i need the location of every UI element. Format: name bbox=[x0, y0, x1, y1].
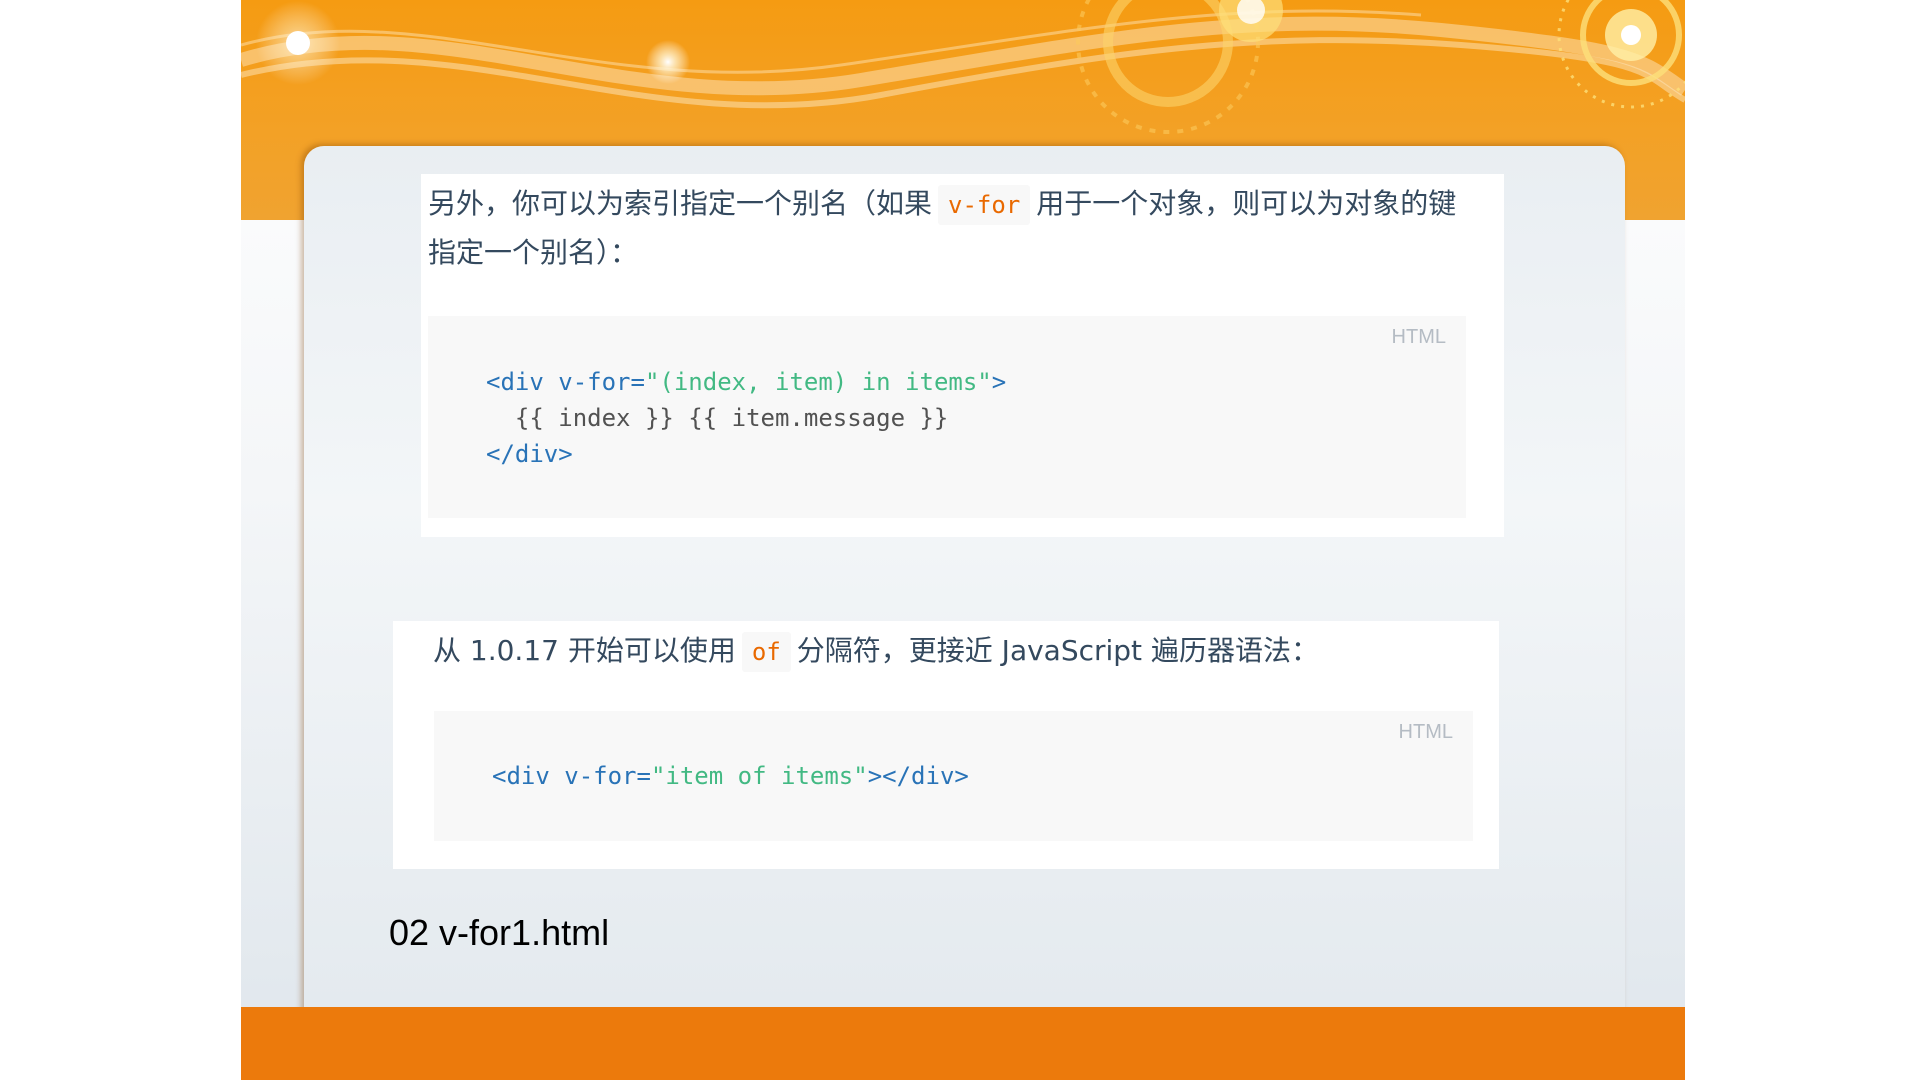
description-2: 从 1.0.17 开始可以使用 of 分隔符，更接近 JavaScript 遍历器语… bbox=[433, 627, 1483, 676]
code-line1-close: > bbox=[991, 368, 1007, 396]
code-lang-label: HTML bbox=[1391, 326, 1446, 348]
code-attr: "item of items" bbox=[650, 762, 868, 790]
content-panel-1: 另外，你可以为索引指定一个别名（如果 v-for 用于一个对象，则可以为对象的键指定… bbox=[421, 174, 1504, 537]
code-content-2: <div v-for="item of items"></div> bbox=[492, 758, 969, 794]
code-content-1: <div v-for="(index, item) in items"> {{ … bbox=[486, 364, 1006, 472]
description-2-text-b: 分隔符，更接近 JavaScript 遍历器语法： bbox=[796, 634, 1319, 667]
content-panel-2: 从 1.0.17 开始可以使用 of 分隔符，更接近 JavaScript 遍历器语… bbox=[393, 621, 1499, 869]
footer-bar bbox=[241, 1007, 1685, 1080]
description-2-text-a: 从 1.0.17 开始可以使用 bbox=[433, 634, 736, 667]
code-line1-attr: "(index, item) in items" bbox=[644, 368, 992, 396]
inline-code-of: of bbox=[741, 632, 791, 672]
code-line1-open: <div v-for= bbox=[486, 368, 645, 396]
code-line2: {{ index }} {{ item.message }} bbox=[486, 404, 949, 432]
code-open: <div v-for= bbox=[492, 762, 651, 790]
code-line3: </div> bbox=[486, 440, 573, 468]
code-block-1: HTML <div v-for="(index, item) in items"… bbox=[428, 316, 1466, 518]
code-close: ></div> bbox=[867, 762, 969, 790]
description-1: 另外，你可以为索引指定一个别名（如果 v-for 用于一个对象，则可以为对象的键指定… bbox=[428, 180, 1478, 277]
slide: 另外，你可以为索引指定一个别名（如果 v-for 用于一个对象，则可以为对象的键指定… bbox=[241, 0, 1685, 1080]
file-name-caption: 02 v-for1.html bbox=[389, 912, 610, 953]
code-lang-label: HTML bbox=[1398, 721, 1453, 743]
code-block-2: HTML <div v-for="item of items"></div> bbox=[434, 711, 1473, 841]
inline-code-v-for: v-for bbox=[938, 185, 1031, 225]
description-1-text-a: 另外，你可以为索引指定一个别名（如果 bbox=[428, 187, 933, 220]
